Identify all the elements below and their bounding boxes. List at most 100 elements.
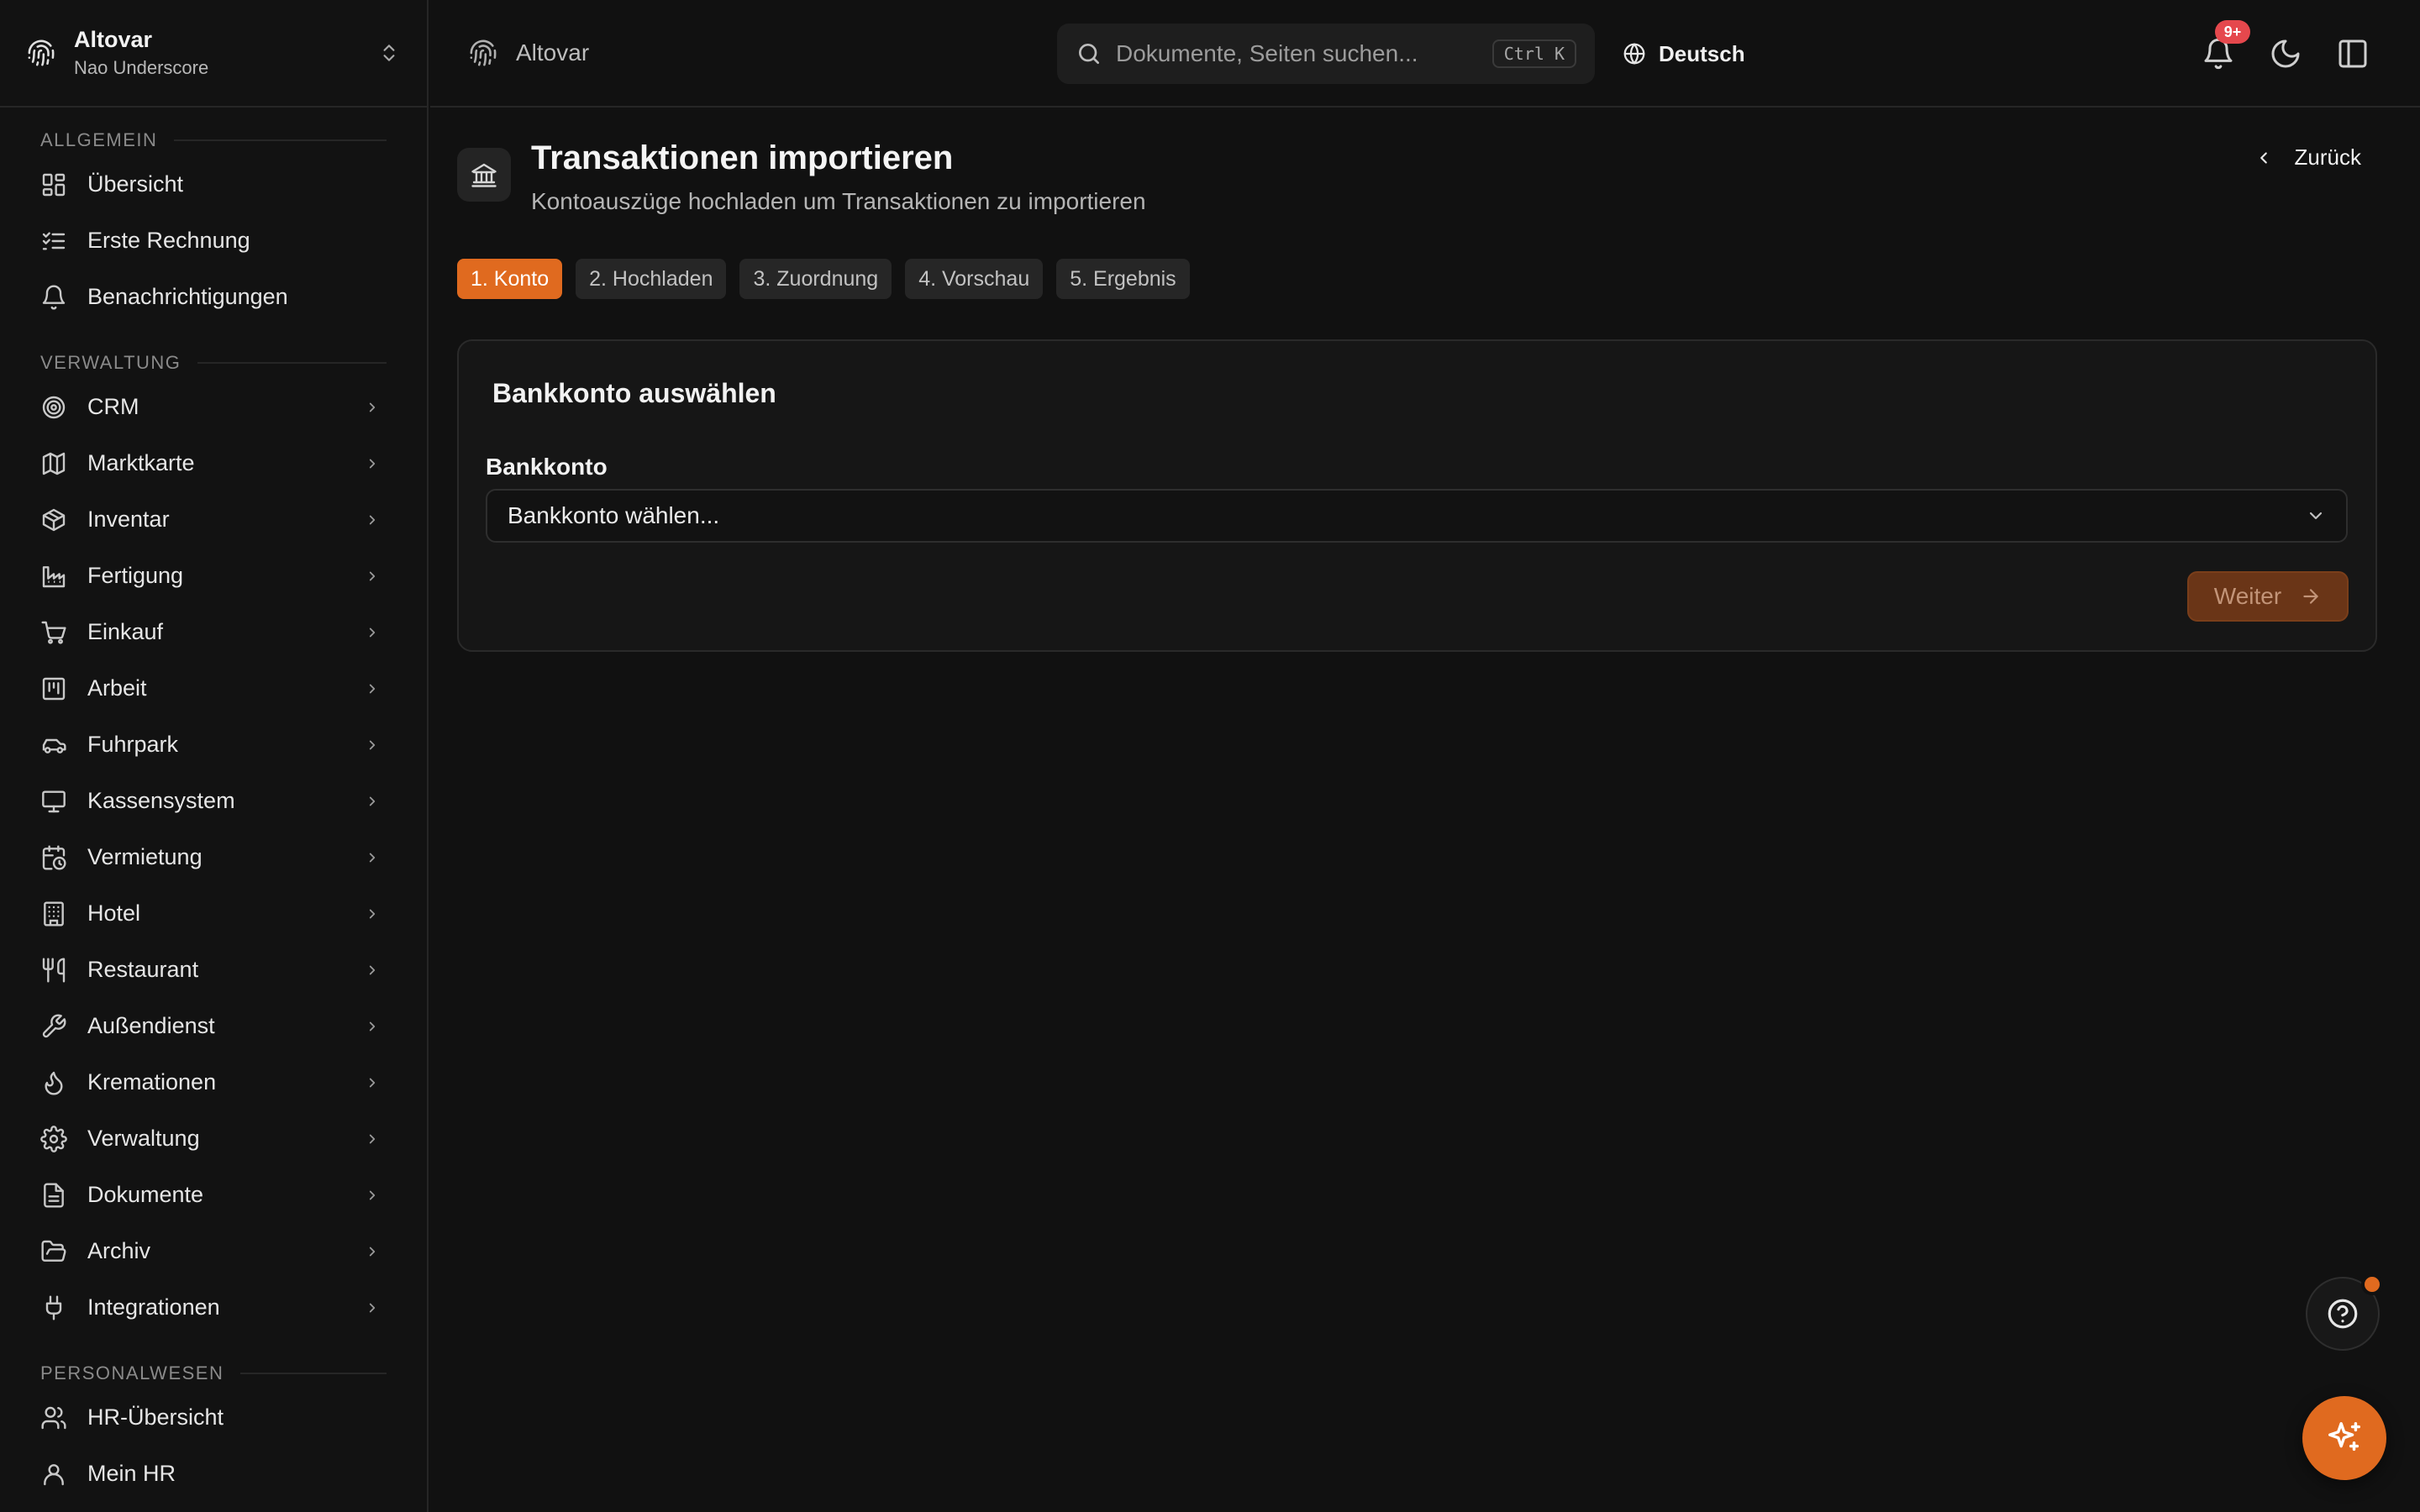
sidebar-item-hotel[interactable]: Hotel — [40, 885, 387, 942]
arrow-right-icon — [2303, 589, 2318, 604]
org-switcher[interactable]: Altovar Nao Underscore — [0, 0, 427, 108]
flame-icon — [45, 1071, 63, 1095]
theme-toggle-button[interactable] — [2269, 37, 2302, 71]
search-input[interactable] — [1116, 40, 1492, 67]
globe-icon — [1623, 43, 1645, 65]
page-icon-box — [457, 148, 511, 202]
sidebar-item-label: Vermietung — [87, 844, 203, 869]
sidebar-item-label: Kassensystem — [87, 788, 235, 813]
sidebar-item-hr-uebersicht[interactable]: HR-Übersicht — [40, 1389, 387, 1446]
fingerprint-icon — [470, 39, 497, 66]
chevron-right-icon — [369, 571, 376, 580]
sidebar-item-label: Erste Rechnung — [87, 228, 250, 253]
sidebar-item-label: Inventar — [87, 507, 170, 532]
language-label: Deutsch — [1659, 40, 1745, 66]
notification-badge: 9+ — [2215, 20, 2250, 44]
sidebar-item-inventar[interactable]: Inventar — [40, 491, 387, 548]
chevron-right-icon — [369, 627, 376, 637]
chevron-right-icon — [369, 1021, 376, 1031]
bank-account-card: Bankkonto auswählen Bankkonto Bankkonto … — [457, 339, 2377, 652]
checklist-icon — [42, 231, 66, 250]
org-subtitle: Nao Underscore — [74, 57, 209, 78]
next-button[interactable]: Weiter — [2187, 571, 2349, 622]
chevron-right-icon — [369, 515, 376, 524]
user-icon — [44, 1463, 64, 1485]
sidebar-item-label: Restaurant — [87, 957, 199, 982]
sidebar-item-label: Benachrichtigungen — [87, 284, 288, 309]
panel-toggle-button[interactable] — [2336, 37, 2370, 71]
bank-icon — [471, 163, 497, 187]
page-subtitle: Kontoauszüge hochladen um Transaktionen … — [531, 188, 1146, 214]
step-vorschau[interactable]: 4. Vorschau — [905, 259, 1044, 299]
chevron-right-icon — [369, 796, 376, 806]
sidebar-item-arbeit[interactable]: Arbeit — [40, 660, 387, 717]
map-icon — [42, 452, 66, 475]
step-hochladen[interactable]: 2. Hochladen — [576, 259, 727, 299]
sidebar-item-label: Integrationen — [87, 1294, 220, 1320]
sidebar-item-integrationen[interactable]: Integrationen — [40, 1279, 387, 1336]
sidebar-item-dokumente[interactable]: Dokumente — [40, 1167, 387, 1223]
step-ergebnis[interactable]: 5. Ergebnis — [1056, 259, 1190, 299]
sidebar-item-kremationen[interactable]: Kremationen — [40, 1054, 387, 1110]
users-icon — [41, 1406, 66, 1429]
sidebar-item-fertigung[interactable]: Fertigung — [40, 548, 387, 604]
step-konto[interactable]: 1. Konto — [457, 259, 563, 299]
sidebar-item-label: Marktkarte — [87, 450, 195, 475]
cart-icon — [41, 621, 66, 644]
sidebar-item-label: Einkauf — [87, 619, 164, 644]
sidebar-item-aussendienst[interactable]: Außendienst — [40, 998, 387, 1054]
page-header: Transaktionen importieren Kontoauszüge h… — [457, 138, 1146, 215]
fingerprint-icon — [28, 39, 55, 66]
sidebar-item-benachrichtigungen[interactable]: Benachrichtigungen — [40, 269, 387, 325]
chevron-right-icon — [369, 459, 376, 468]
sidebar-item-einkauf[interactable]: Einkauf — [40, 604, 387, 660]
sidebar-item-crm[interactable]: CRM — [40, 379, 387, 435]
file-icon — [44, 1182, 64, 1208]
search-icon — [1079, 44, 1099, 64]
chevron-down-icon — [2309, 512, 2323, 520]
back-button[interactable]: Zurück — [2254, 144, 2361, 171]
sidebar-item-marktkarte[interactable]: Marktkarte — [40, 435, 387, 491]
sidebar-item-label: Kremationen — [87, 1069, 217, 1095]
chevron-right-icon — [369, 684, 376, 693]
chevron-right-icon — [369, 909, 376, 918]
search-bar[interactable]: Ctrl K — [1057, 24, 1595, 84]
back-label: Zurück — [2294, 144, 2361, 170]
sidebar-item-erste-rechnung[interactable]: Erste Rechnung — [40, 213, 387, 269]
sidebar-item-fuhrpark[interactable]: Fuhrpark — [40, 717, 387, 773]
sidebar-item-mein-hr[interactable]: Mein HR — [40, 1446, 387, 1502]
chevrons-up-down-icon — [383, 45, 395, 61]
chevron-right-icon — [369, 1247, 376, 1256]
wrench-icon — [42, 1014, 66, 1037]
bank-account-select[interactable]: Bankkonto wählen... — [486, 489, 2348, 543]
section-label: PERSONALWESEN — [40, 1361, 387, 1386]
chevron-right-icon — [369, 965, 376, 974]
utensils-icon — [42, 957, 66, 983]
step-zuordnung[interactable]: 3. Zuordnung — [739, 259, 892, 299]
calendar-clock-icon — [42, 844, 66, 870]
dashboard-icon — [42, 173, 66, 196]
sidebar-item-verwaltung[interactable]: Verwaltung — [40, 1110, 387, 1167]
chevron-right-icon — [369, 1303, 376, 1312]
next-label: Weiter — [2213, 583, 2282, 609]
sparkles-icon — [2328, 1422, 2360, 1452]
gear-icon — [40, 1125, 67, 1152]
sidebar-item-archiv[interactable]: Archiv — [40, 1223, 387, 1279]
sidebar-item-label: HR-Übersicht — [87, 1404, 224, 1430]
breadcrumb[interactable]: Altovar — [469, 39, 589, 67]
sidebar-item-restaurant[interactable]: Restaurant — [40, 942, 387, 998]
language-switcher[interactable]: Deutsch — [1622, 35, 1745, 72]
sidebar-item-uebersicht[interactable]: Übersicht — [40, 156, 387, 213]
help-circle-icon — [2328, 1299, 2358, 1329]
ai-assistant-button[interactable] — [2302, 1396, 2386, 1480]
sidebar-item-kassensystem[interactable]: Kassensystem — [40, 773, 387, 829]
kanban-icon — [42, 677, 66, 700]
chevron-right-icon — [369, 402, 376, 412]
target-icon — [42, 396, 66, 418]
chevron-right-icon — [369, 1190, 376, 1200]
bank-account-label: Bankkonto — [486, 454, 608, 480]
chevron-right-icon — [369, 1078, 376, 1087]
sidebar-item-vermietung[interactable]: Vermietung — [40, 829, 387, 885]
sidebar-item-label: Arbeit — [87, 675, 147, 701]
sidebar: Altovar Nao Underscore ALLGEMEIN Übersic… — [0, 0, 429, 1512]
